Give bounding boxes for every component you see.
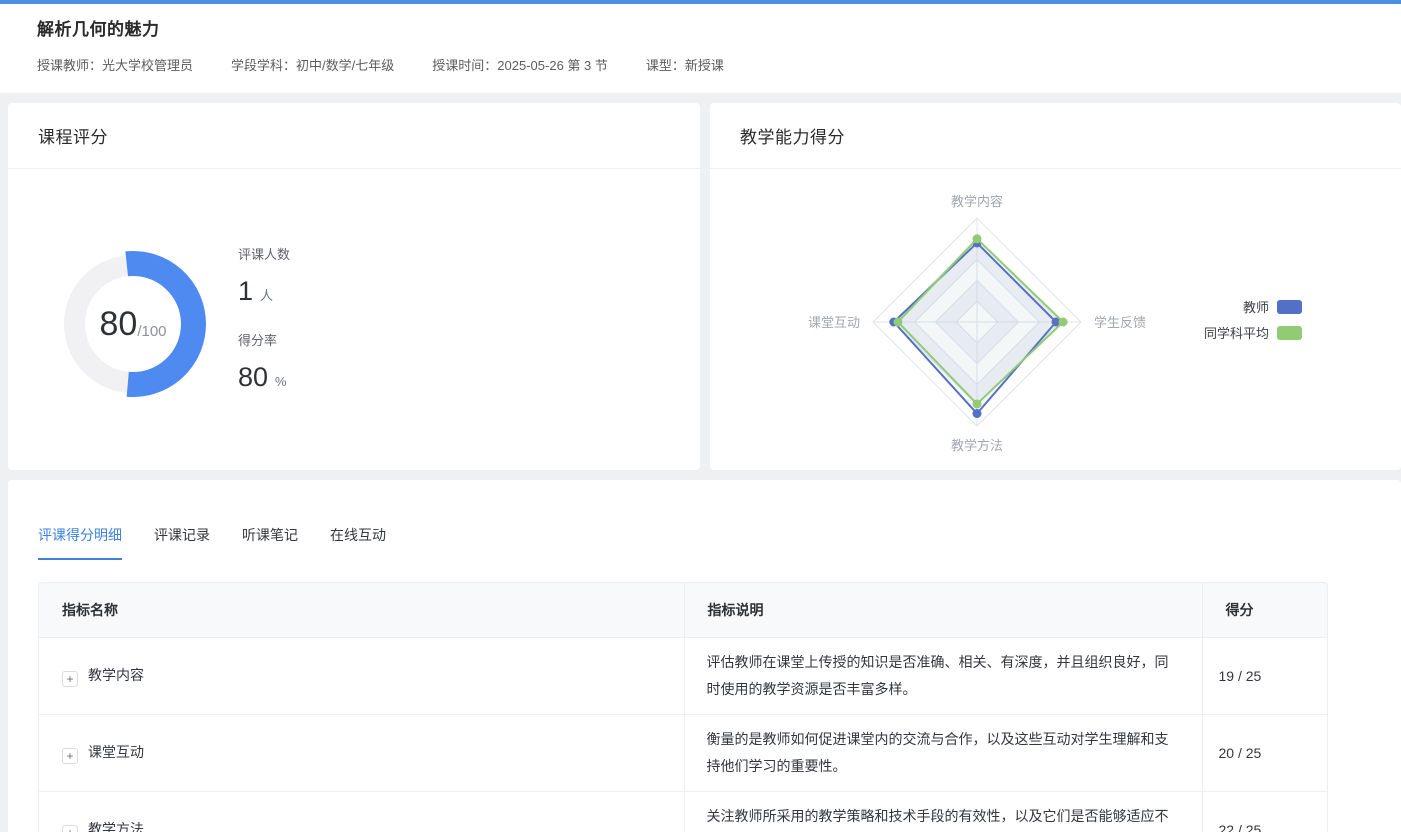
score-donut-center-text: 80 /100 bbox=[28, 219, 238, 429]
legend-label-subject-average: 同学科平均 bbox=[1204, 323, 1269, 342]
legend-label-teacher: 教师 bbox=[1243, 297, 1269, 316]
course-score-card: 课程评分 80 /100 评课人数 1 人 得分率 80 % bbox=[8, 103, 700, 470]
score-stats: 评课人数 1 人 得分率 80 % bbox=[238, 244, 290, 416]
svg-text:教学内容: 教学内容 bbox=[951, 194, 1003, 209]
column-score: 得分 bbox=[1202, 583, 1328, 637]
meta-time: 授课时间：2025-05-26 第 3 节 bbox=[432, 55, 608, 74]
score-rate-label: 得分率 bbox=[238, 330, 290, 349]
tab-evaluation-records[interactable]: 评课记录 bbox=[154, 525, 210, 560]
meta-teacher: 授课教师：光大学校管理员 bbox=[37, 55, 193, 74]
svg-text:教学方法: 教学方法 bbox=[951, 438, 1003, 453]
expand-row-button[interactable]: + bbox=[62, 748, 78, 764]
score-donut-chart: 80 /100 bbox=[28, 219, 238, 429]
indicator-description-cell: 评估教师在课堂上传授的知识是否准确、相关、有深度，并且组织良好，同时使用的教学资… bbox=[684, 637, 1202, 714]
score-total: /100 bbox=[137, 323, 166, 340]
expand-row-button[interactable]: + bbox=[62, 671, 78, 687]
reviewer-count: 1 人 bbox=[238, 276, 290, 307]
course-score-card-title: 课程评分 bbox=[8, 103, 700, 169]
table-header-row: 指标名称 指标说明 得分 bbox=[39, 583, 1328, 637]
tab-score-detail[interactable]: 评课得分明细 bbox=[38, 525, 122, 560]
tab-listening-notes[interactable]: 听课笔记 bbox=[242, 525, 298, 560]
score-rate: 80 % bbox=[238, 362, 290, 393]
legend-item-subject-average[interactable]: 同学科平均 bbox=[1204, 323, 1302, 342]
svg-text:学生反馈: 学生反馈 bbox=[1094, 315, 1146, 330]
teaching-ability-card-title: 教学能力得分 bbox=[710, 103, 1401, 169]
expand-row-button[interactable]: + bbox=[62, 825, 78, 832]
indicator-name-cell: +课堂互动 bbox=[39, 714, 684, 791]
svg-text:课堂互动: 课堂互动 bbox=[808, 315, 860, 330]
indicator-score-cell: 19 / 25 bbox=[1202, 637, 1328, 714]
indicator-description-cell: 衡量的是教师如何促进课堂内的交流与合作，以及这些互动对学生理解和支持他们学习的重… bbox=[684, 714, 1202, 791]
score-value: 80 bbox=[99, 305, 137, 344]
tab-bar: 评课得分明细 评课记录 听课笔记 在线互动 bbox=[8, 480, 1401, 560]
course-meta-row: 授课教师：光大学校管理员 学段学科：初中/数学/七年级 授课时间：2025-05… bbox=[37, 55, 1401, 74]
teaching-ability-card: 教学能力得分 教学内容学生反馈教学方法 课堂互动 教师 同学科平均 bbox=[710, 103, 1401, 470]
evaluation-detail-card: 评课得分明细 评课记录 听课笔记 在线互动 指标名称 指标说明 得分 +教学内容… bbox=[8, 480, 1401, 832]
indicator-name-cell: +教学内容 bbox=[39, 637, 684, 714]
column-indicator-description: 指标说明 bbox=[684, 583, 1202, 637]
indicator-score-cell: 22 / 25 bbox=[1202, 791, 1328, 832]
page-title: 解析几何的魅力 bbox=[37, 15, 1401, 40]
indicator-name-cell: +教学方法 bbox=[39, 791, 684, 832]
course-header: 解析几何的魅力 授课教师：光大学校管理员 学段学科：初中/数学/七年级 授课时间… bbox=[0, 4, 1401, 93]
reviewer-count-label: 评课人数 bbox=[238, 244, 290, 263]
tab-online-interaction[interactable]: 在线互动 bbox=[330, 525, 386, 560]
table-row: +教学内容 评估教师在课堂上传授的知识是否准确、相关、有深度，并且组织良好，同时… bbox=[39, 637, 1328, 714]
table-row: +课堂互动 衡量的是教师如何促进课堂内的交流与合作，以及这些互动对学生理解和支持… bbox=[39, 714, 1328, 791]
legend-item-teacher[interactable]: 教师 bbox=[1243, 297, 1302, 316]
meta-course-type: 课型：新授课 bbox=[646, 55, 724, 74]
indicator-score-cell: 20 / 25 bbox=[1202, 714, 1328, 791]
table-row: +教学方法 关注教师所采用的教学策略和技术手段的有效性，以及它们是否能够适应不同… bbox=[39, 791, 1328, 832]
legend-swatch-teacher bbox=[1277, 300, 1302, 314]
legend-swatch-subject-average bbox=[1277, 326, 1302, 340]
indicator-table: 指标名称 指标说明 得分 +教学内容 评估教师在课堂上传授的知识是否准确、相关、… bbox=[38, 582, 1328, 832]
column-indicator-name: 指标名称 bbox=[39, 583, 684, 637]
radar-legend: 教师 同学科平均 bbox=[1170, 297, 1302, 342]
indicator-description-cell: 关注教师所采用的教学策略和技术手段的有效性，以及它们是否能够适应不同的学习风格和… bbox=[684, 791, 1202, 832]
meta-grade-subject: 学段学科：初中/数学/七年级 bbox=[231, 55, 394, 74]
